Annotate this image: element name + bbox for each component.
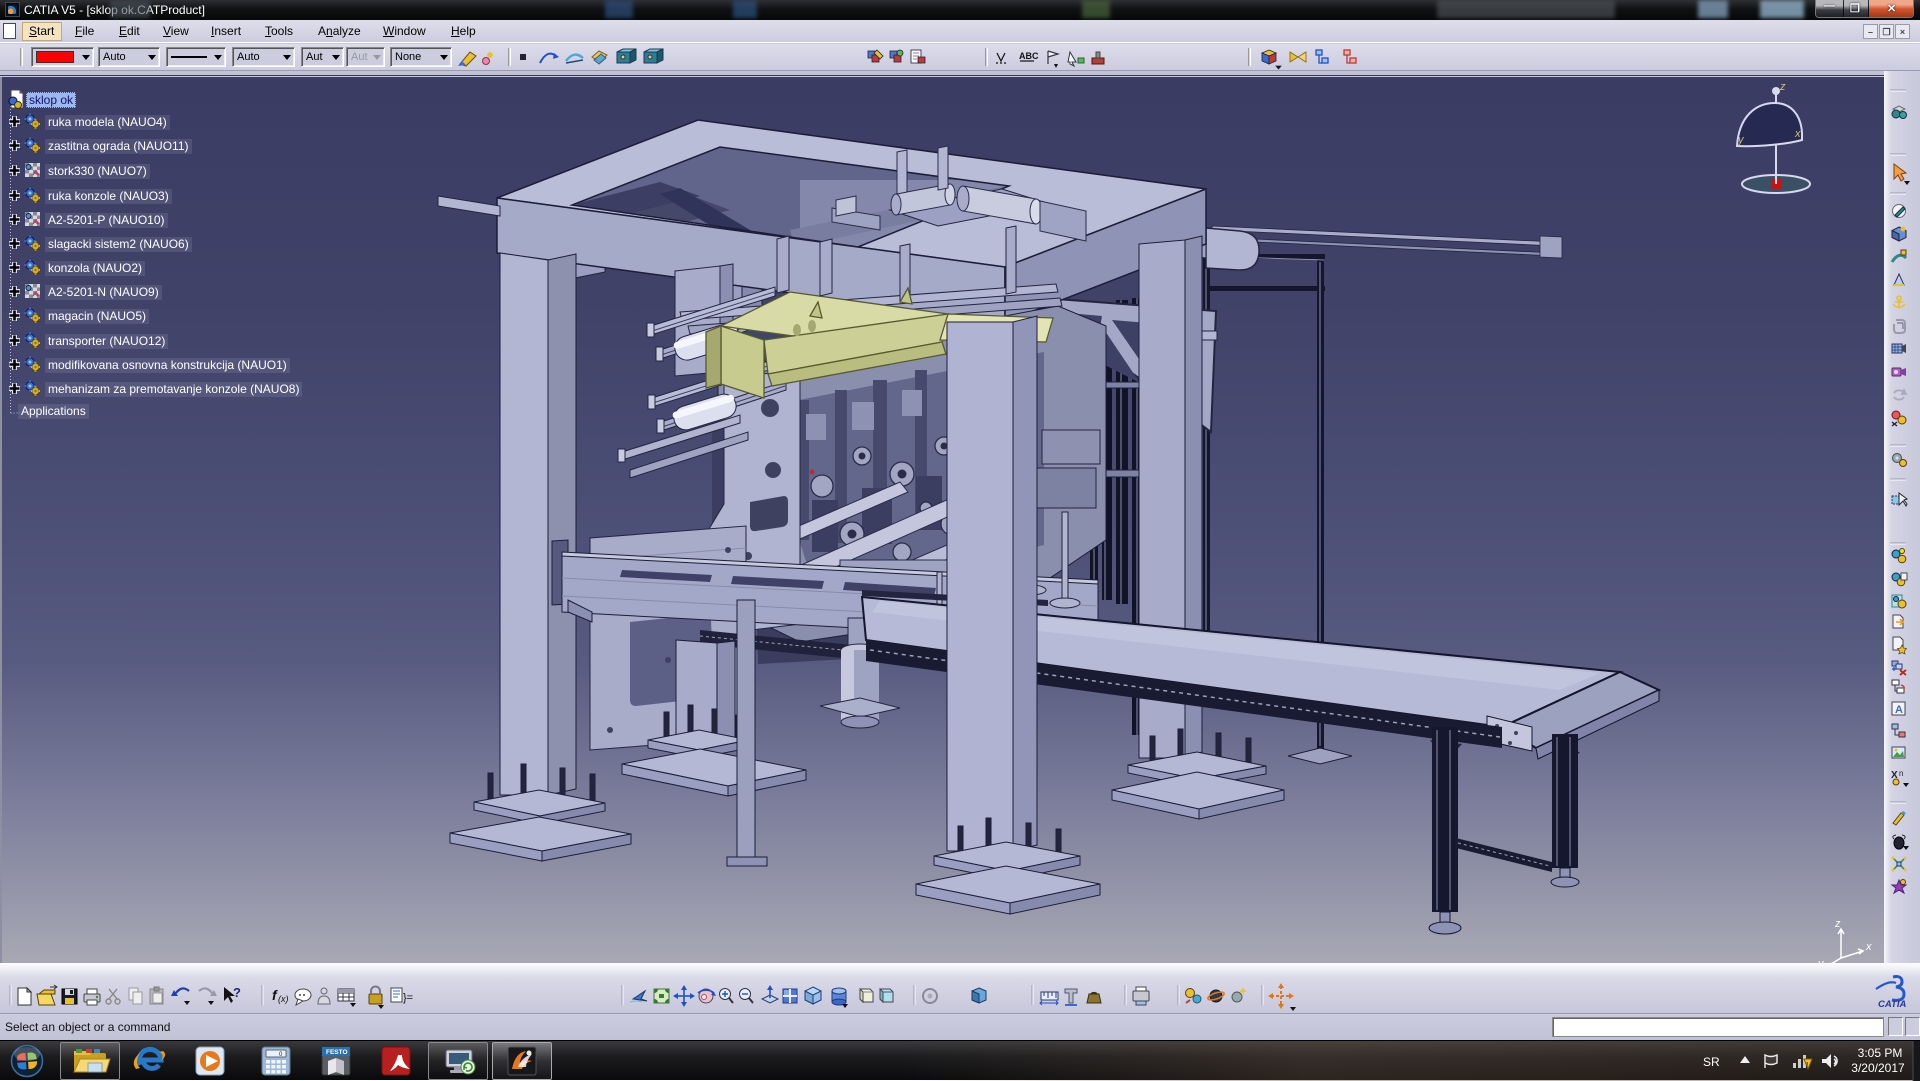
svg-text:x: x [1865,941,1872,953]
svg-text:z: z [1834,918,1841,930]
svg-text:(x): (x) [278,994,289,1004]
svg-text:z: z [1779,81,1786,93]
svg-text:n: n [1899,769,1903,778]
svg-text:CATIA: CATIA [1878,999,1906,1010]
svg-text:x: x [1794,128,1801,140]
svg-text:?: ? [233,985,241,1000]
svg-text:SR: SR [1703,1055,1720,1069]
svg-text:FESTO: FESTO [326,1049,348,1056]
svg-text:ABC: ABC [1019,51,1039,61]
svg-text:}=: }= [403,992,413,1004]
svg-text:A: A [1895,704,1903,716]
svg-text:!: ! [1806,1062,1808,1069]
